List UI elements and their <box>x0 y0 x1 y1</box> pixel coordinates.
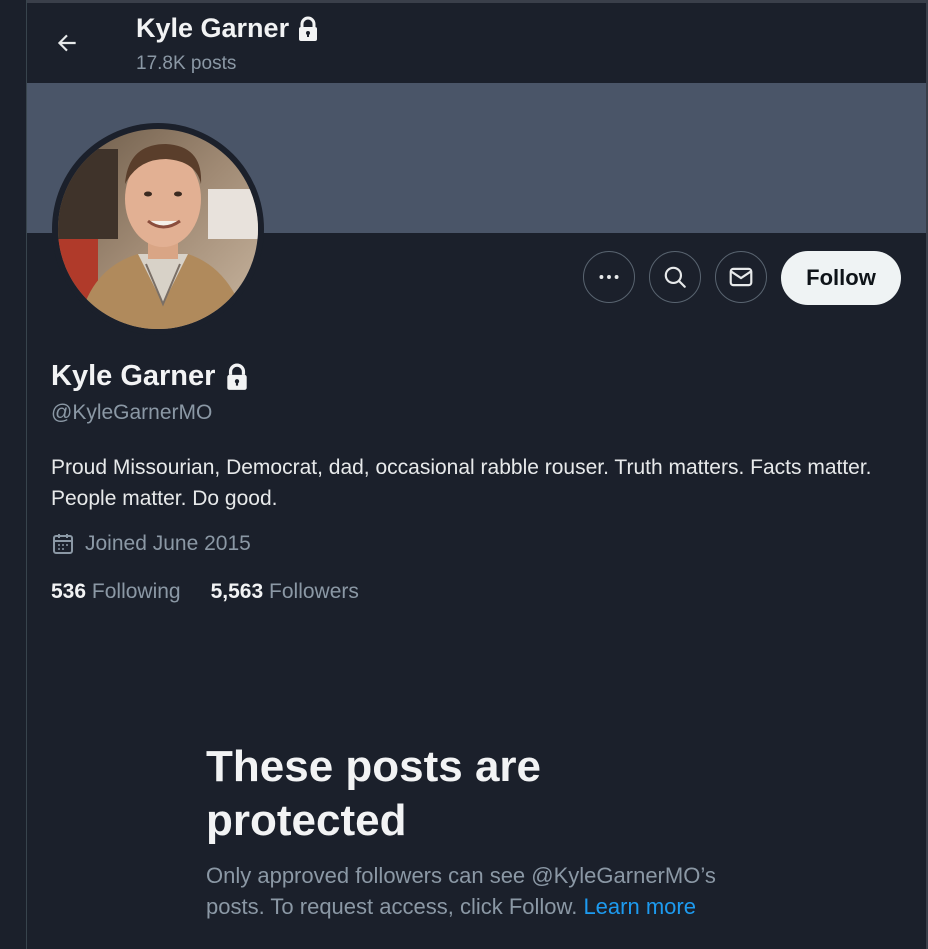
profile-handle: @KyleGarnerMO <box>51 401 213 424</box>
following-label: Following <box>91 580 181 603</box>
profile-name-row: Kyle Garner <box>51 360 249 393</box>
following-count: 536 <box>51 580 87 603</box>
avatar[interactable] <box>58 129 258 329</box>
envelope-icon <box>729 267 753 287</box>
left-sidebar-rail <box>0 0 27 949</box>
profile-name: Kyle Garner <box>51 360 216 392</box>
protected-title: These posts are protected <box>206 742 542 845</box>
search-profile-button[interactable] <box>649 251 701 303</box>
followers-count: 5,563 <box>210 580 264 603</box>
lock-icon <box>227 363 248 390</box>
calendar-icon <box>53 534 73 554</box>
followers-label: Followers <box>269 580 359 603</box>
profile-header: Kyle Garner 17.8K posts <box>27 3 926 83</box>
header-posts-count: 17.8K posts <box>136 53 237 74</box>
followers-link[interactable]: 5,563 Followers <box>211 580 359 604</box>
header-name: Kyle Garner <box>136 13 290 43</box>
protected-message: Only approved followers can see @KyleGar… <box>206 860 766 922</box>
following-link[interactable]: 536 Following <box>51 580 181 604</box>
profile-bio: Proud Missourian, Democrat, dad, occasio… <box>51 456 872 510</box>
more-dots-icon <box>599 275 619 279</box>
joined-text: Joined June 2015 <box>85 532 251 555</box>
back-button[interactable] <box>47 23 87 63</box>
joined-date: Joined June 2015 <box>51 532 251 556</box>
more-options-button[interactable] <box>583 251 635 303</box>
search-icon <box>664 266 686 288</box>
learn-more-link[interactable]: Learn more <box>583 894 696 919</box>
back-arrow-icon <box>57 34 76 52</box>
follow-button[interactable]: Follow <box>781 251 901 305</box>
follow-stats: 536 Following 5,563 Followers <box>51 580 359 604</box>
message-button[interactable] <box>715 251 767 303</box>
lock-icon <box>299 16 318 41</box>
avatar-photo <box>58 129 258 329</box>
header-title: Kyle Garner <box>136 13 319 44</box>
